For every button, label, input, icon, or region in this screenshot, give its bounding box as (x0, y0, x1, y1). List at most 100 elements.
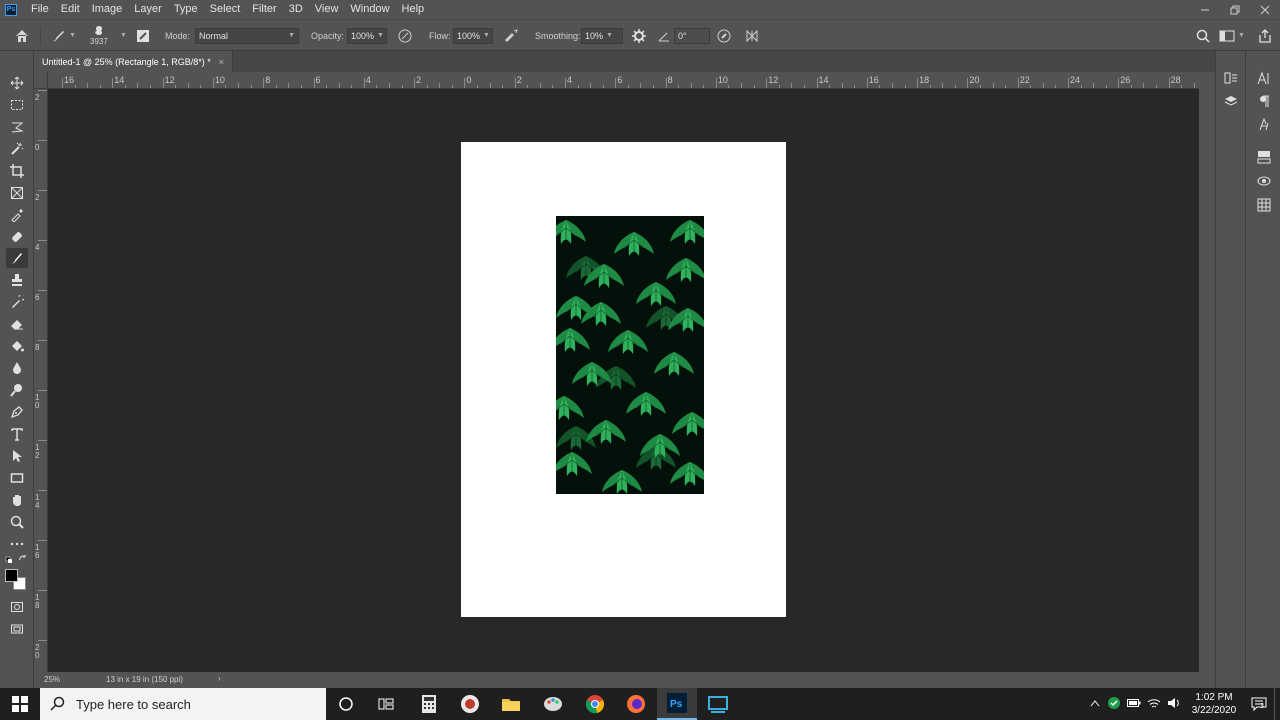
photoshop-app[interactable]: Ps (657, 688, 697, 720)
menu-view[interactable]: View (309, 0, 345, 19)
document-tab[interactable]: Untitled-1 @ 25% (Rectangle 1, RGB/8*) *… (34, 51, 233, 72)
zoom-tool[interactable] (6, 512, 28, 532)
symmetry-button[interactable] (744, 20, 760, 51)
pressure-size-toggle[interactable] (716, 20, 732, 51)
leaf-photo-layer[interactable] (556, 216, 704, 494)
crop-tool[interactable] (6, 161, 28, 181)
magic-wand-tool[interactable] (6, 139, 28, 159)
menu-filter[interactable]: Filter (246, 0, 282, 19)
adjustments-panel-button[interactable] (1254, 148, 1274, 166)
vertical-ruler[interactable]: 2 0 2 4 6 8 10 12 14 16 18 20 (34, 89, 48, 672)
color-swatches[interactable] (5, 569, 29, 591)
smoothing-settings-button[interactable] (632, 20, 646, 51)
cortana-button[interactable] (326, 688, 366, 720)
menu-file[interactable]: File (25, 0, 55, 19)
paint-3d-app[interactable] (533, 688, 573, 720)
workspace-button[interactable]: ▼ (1219, 20, 1245, 51)
tray-overflow-button[interactable] (1086, 698, 1104, 710)
dodge-tool[interactable] (6, 380, 28, 400)
frame-tool[interactable] (6, 183, 28, 203)
pressure-size-icon (717, 29, 731, 42)
menu-type[interactable]: Type (168, 0, 204, 19)
lasso-tool[interactable] (6, 117, 28, 137)
check-sync-icon (1108, 696, 1120, 709)
move-tool[interactable] (6, 73, 28, 93)
menu-edit[interactable]: Edit (55, 0, 86, 19)
menu-3d[interactable]: 3D (283, 0, 309, 19)
ruler-label: 12 (35, 443, 40, 460)
healing-brush-tool[interactable] (6, 227, 28, 247)
edit-toolbar-button[interactable] (6, 534, 28, 554)
3d-panel-button[interactable] (1254, 172, 1274, 190)
volume-tray-icon[interactable] (1164, 697, 1184, 712)
close-window-button[interactable] (1250, 0, 1280, 19)
brush-size-preview[interactable]: 3937 (90, 20, 108, 51)
chrome-app[interactable] (575, 688, 615, 720)
foreground-color-swatch[interactable] (5, 569, 18, 582)
airbrush-toggle[interactable] (503, 20, 519, 51)
brush-preset-picker[interactable]: ▼ (50, 20, 76, 51)
eyedropper-tool[interactable] (6, 205, 28, 225)
pressure-opacity-toggle[interactable] (397, 20, 413, 51)
file-explorer-app[interactable] (491, 688, 531, 720)
path-selection-tool[interactable] (6, 446, 28, 466)
action-center-button[interactable]: 3 (1244, 697, 1274, 711)
show-desktop-button[interactable] (1274, 688, 1280, 720)
glyphs-panel-button[interactable] (1254, 115, 1274, 133)
type-tool[interactable] (6, 424, 28, 444)
layers-panel-button[interactable] (1221, 92, 1241, 110)
sync-tray-icon[interactable] (1104, 696, 1124, 713)
brush-tool[interactable] (6, 248, 28, 268)
table-panel-button[interactable] (1254, 196, 1274, 214)
default-colors-icon[interactable] (4, 554, 30, 564)
minimize-button[interactable] (1190, 0, 1220, 19)
taskbar-search[interactable]: Type here to search (40, 688, 326, 720)
status-menu-arrow[interactable]: › (218, 674, 221, 683)
menu-layer[interactable]: Layer (128, 0, 168, 19)
history-brush-tool[interactable] (6, 292, 28, 312)
clone-stamp-tool[interactable] (6, 270, 28, 290)
home-button[interactable] (14, 20, 30, 51)
battery-tray-icon[interactable] (1124, 698, 1144, 711)
flow-input[interactable]: 100% ▼ (453, 27, 493, 44)
dodge-icon (10, 384, 22, 397)
close-tab-button[interactable]: × (219, 57, 224, 67)
menu-image[interactable]: Image (86, 0, 129, 19)
marquee-tool[interactable] (6, 95, 28, 115)
search-button[interactable] (1196, 20, 1210, 51)
menu-help[interactable]: Help (396, 0, 431, 19)
opacity-input[interactable]: 100% ▼ (347, 27, 387, 44)
firefox-app[interactable] (616, 688, 656, 720)
quick-mask-button[interactable] (6, 597, 28, 617)
brush-settings-toggle[interactable] (136, 20, 150, 51)
rectangle-tool[interactable] (6, 468, 28, 488)
pen-tool[interactable] (6, 402, 28, 422)
snipping-tool-app[interactable] (698, 688, 738, 720)
ruler-origin[interactable] (34, 72, 48, 89)
smoothing-input[interactable]: 10% ▼ (581, 27, 623, 44)
menu-window[interactable]: Window (344, 0, 395, 19)
screen-mode-button[interactable] (6, 619, 28, 639)
calculator-app[interactable] (409, 688, 449, 720)
character-panel-button[interactable] (1254, 69, 1274, 87)
mode-select[interactable]: Normal ▼ (195, 27, 299, 44)
eraser-tool[interactable] (6, 314, 28, 334)
brush-size-caret[interactable]: ▼ (120, 32, 127, 39)
blur-tool[interactable] (6, 358, 28, 378)
start-button[interactable] (0, 688, 40, 720)
menu-select[interactable]: Select (204, 0, 247, 19)
horizontal-ruler[interactable]: 16 14 12 10 8 6 4 2 0 2 4 6 8 10 12 14 16 18 20 22 24 26 28 (48, 72, 1199, 89)
history-panel-button[interactable] (1221, 69, 1241, 87)
angle-input[interactable]: 0° (674, 27, 710, 44)
hand-tool[interactable] (6, 490, 28, 510)
network-tray-icon[interactable] (1144, 697, 1164, 712)
zoom-level[interactable]: 25% (44, 675, 60, 684)
screen-recorder-app[interactable] (450, 688, 490, 720)
paint-bucket-tool[interactable] (6, 336, 28, 356)
paragraph-panel-button[interactable] (1254, 92, 1274, 110)
system-clock[interactable]: 1:02 PM 3/22/2020 (1184, 691, 1244, 717)
restore-button[interactable] (1220, 0, 1250, 19)
task-view-button[interactable] (366, 688, 406, 720)
angle-control[interactable]: 0° (658, 20, 710, 51)
share-button[interactable] (1258, 20, 1272, 51)
